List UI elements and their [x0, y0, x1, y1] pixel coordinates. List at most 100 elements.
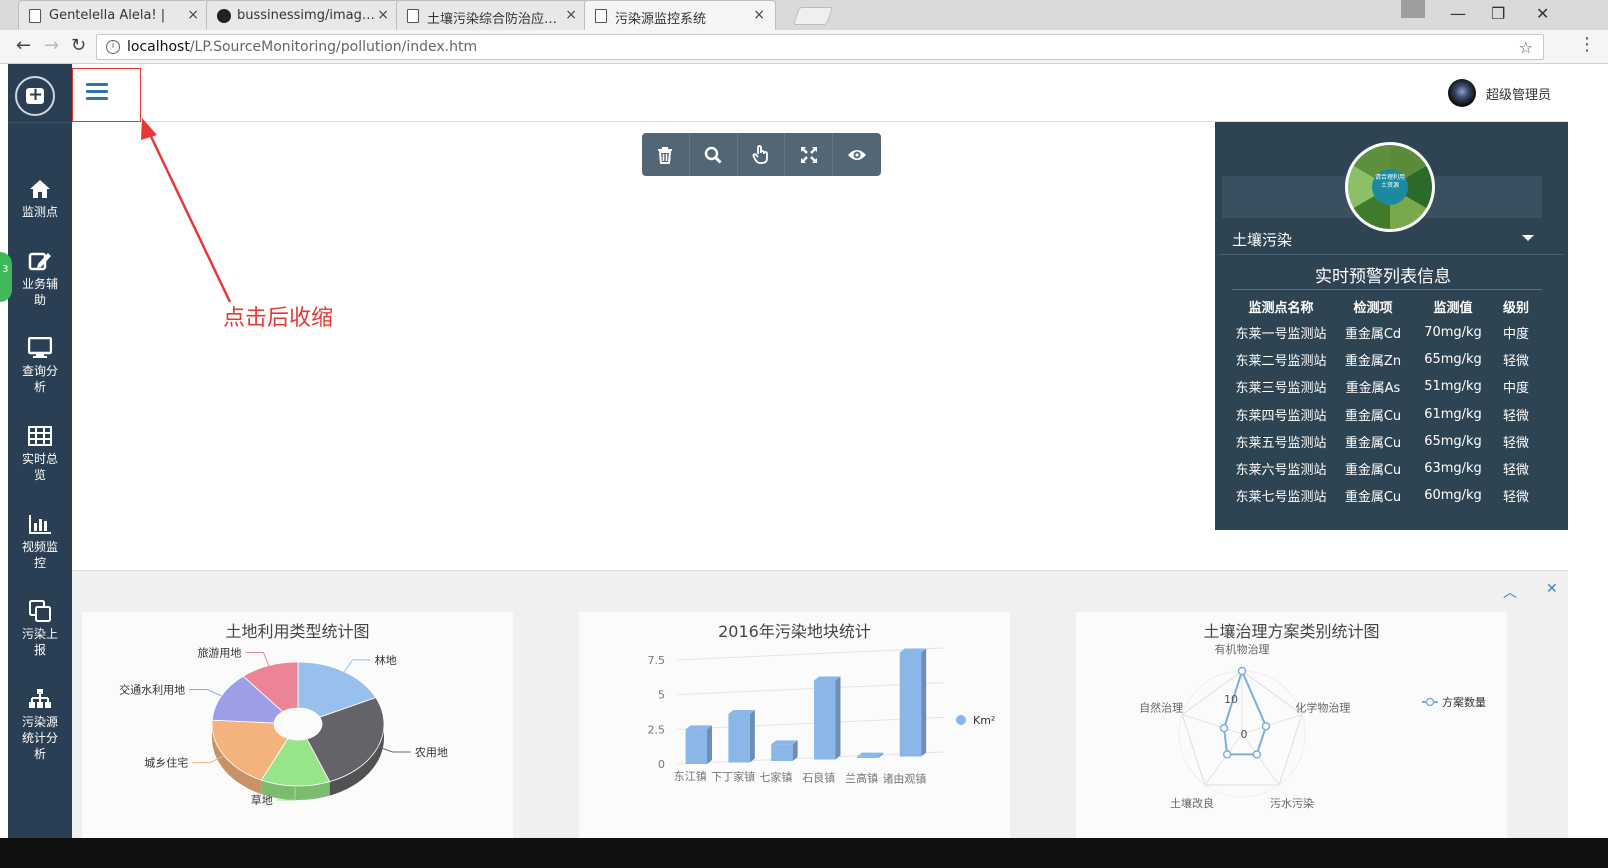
- hand-pointer-icon: [752, 144, 768, 164]
- level-cell: 轻微: [1502, 490, 1529, 506]
- browser-tab-soil[interactable]: 土壤污染综合防治应用系 ×: [396, 0, 588, 30]
- radar-indicator-label: 污水污染: [1270, 796, 1314, 810]
- app-logo[interactable]: [15, 76, 55, 116]
- radar-point: [1261, 721, 1271, 731]
- legend-marker: [956, 715, 966, 725]
- new-tab-button[interactable]: [792, 7, 834, 25]
- browser-tab-github[interactable]: bussinessimg/image at ×: [206, 0, 400, 30]
- tab-title: 污染源监控系统: [615, 12, 707, 27]
- remediation-chart-card: 土壤治理方案类别统计图 有机物治理 化学物治理 污水污染 土壤改良 自然治理 10 0 方案数…: [1076, 612, 1507, 838]
- menu-bar-icon: [86, 83, 108, 86]
- pie-label: 交通水利用地: [119, 682, 185, 696]
- edit-icon: [28, 252, 51, 271]
- x-tick-label: 七家镇: [759, 770, 792, 784]
- radar-tick-label: 0: [1241, 728, 1248, 741]
- chevron-up-icon[interactable]: ︿: [1503, 582, 1517, 602]
- sidebar-item-label: 实时总览: [21, 452, 58, 482]
- tab-title: bussinessimg/image at: [237, 8, 377, 23]
- value-cell: 60mg/kg: [1424, 488, 1482, 504]
- browser-menu-icon[interactable]: ⋮: [1578, 34, 1596, 55]
- forward-button[interactable]: →: [44, 35, 59, 56]
- pie-label: 农用地: [415, 745, 448, 759]
- x-tick-label: 下丁家镇: [711, 770, 755, 784]
- x-tick-label: 石良镇: [802, 771, 835, 785]
- close-icon[interactable]: ×: [753, 7, 765, 23]
- sidebar-item-label: 业务辅助: [21, 277, 58, 307]
- table-row[interactable]: 东莱一号监测站 重金属Cd 70mg/kg 中度: [1226, 319, 1536, 346]
- close-icon[interactable]: ×: [377, 7, 389, 23]
- profile-icon[interactable]: [1401, 0, 1425, 18]
- bar: [771, 744, 793, 761]
- radar-indicator-label: 土壤改良: [1170, 796, 1214, 810]
- restore-button[interactable]: ❐: [1491, 4, 1505, 23]
- sidebar-item-source-statistics[interactable]: 污染源统计分析: [8, 688, 72, 762]
- radar-indicator-label: 有机物治理: [1215, 642, 1270, 656]
- sidebar-item-pollution-report[interactable]: 污染上报: [8, 600, 72, 658]
- pie-label: 旅游用地: [197, 645, 241, 659]
- x-tick-label: 东江镇: [674, 769, 707, 783]
- fullscreen-button[interactable]: [785, 133, 834, 176]
- menu-bar-icon: [86, 90, 108, 93]
- value-cell: 70mg/kg: [1424, 325, 1482, 341]
- x-tick-label: 诸由观镇: [882, 772, 926, 786]
- station-cell: 东莱二号监测站: [1235, 354, 1327, 370]
- page-icon: [595, 9, 607, 23]
- close-window-button[interactable]: ✕: [1536, 4, 1549, 23]
- item-cell: 重金属Cd: [1344, 327, 1402, 343]
- search-button[interactable]: [690, 133, 738, 176]
- chevron-down-icon[interactable]: [1522, 235, 1534, 241]
- legend-label: 方案数量: [1442, 695, 1486, 709]
- address-input[interactable]: i localhost/LP.SourceMonitoring/pollutio…: [96, 34, 1544, 60]
- map-toolbar: [642, 133, 881, 176]
- pan-button[interactable]: [738, 133, 786, 176]
- close-icon[interactable]: ×: [187, 7, 199, 23]
- side-float-tab[interactable]: 3: [0, 252, 12, 302]
- table-row[interactable]: 东莱五号监测站 重金属Cu 65mg/kg 轻微: [1226, 428, 1536, 455]
- column-header: 级别: [1502, 301, 1529, 316]
- pie-label: 城乡住宅: [144, 756, 188, 770]
- address-bar-row: ← → ↻ i localhost/LP.SourceMonitoring/po…: [0, 30, 1608, 64]
- bookmark-star-icon[interactable]: ☆: [1519, 38, 1533, 57]
- table-row[interactable]: 东莱六号监测站 重金属Cu 63mg/kg 轻微: [1226, 455, 1536, 482]
- top-navbar: [72, 64, 1568, 122]
- column-header: 监测值: [1433, 301, 1473, 316]
- sidebar-item-query-analysis[interactable]: 查询分析: [8, 337, 72, 395]
- category-dropdown[interactable]: 土壤污染: [1232, 229, 1292, 250]
- sidebar-item-video-monitoring[interactable]: 视频监控: [8, 513, 72, 571]
- value-cell: 65mg/kg: [1424, 352, 1482, 368]
- visibility-button[interactable]: [833, 133, 881, 176]
- table-row[interactable]: 东莱三号监测站 重金属As 51mg/kg 中度: [1226, 373, 1536, 400]
- menu-toggle-button[interactable]: [72, 68, 141, 122]
- station-cell: 东莱六号监测站: [1235, 463, 1327, 479]
- info-icon[interactable]: i: [106, 40, 120, 54]
- sidebar-item-realtime-overview[interactable]: 实时总览: [8, 425, 72, 483]
- table-row[interactable]: 东莱七号监测站 重金属Cu 60mg/kg 轻微: [1226, 482, 1536, 509]
- clear-button[interactable]: [642, 133, 690, 176]
- browser-tab-gentelella[interactable]: Gentelella Alela! | ×: [18, 0, 210, 30]
- taskbar: [0, 838, 1608, 868]
- minimize-button[interactable]: —: [1450, 4, 1466, 23]
- reload-button[interactable]: ↻: [71, 35, 86, 56]
- level-cell: 轻微: [1502, 435, 1529, 451]
- close-icon[interactable]: ×: [565, 7, 577, 23]
- url-host: localhost: [127, 39, 190, 55]
- close-icon[interactable]: ✕: [1546, 581, 1558, 597]
- bar-side: [749, 709, 755, 763]
- table-row[interactable]: 东莱二号监测站 重金属Zn 65mg/kg 轻微: [1226, 346, 1536, 373]
- land-use-chart-card: 土地利用类型统计图 林地 农用地 草地 城乡住宅 交通水利用地 旅游用地: [82, 612, 513, 838]
- bar: [728, 713, 750, 763]
- bar-side: [706, 725, 712, 764]
- bar-chart-icon: [29, 515, 51, 534]
- station-cell: 东莱三号监测站: [1235, 381, 1327, 397]
- browser-tab-pollution[interactable]: 污染源监控系统 ×: [584, 0, 776, 30]
- level-cell: 中度: [1502, 381, 1529, 397]
- avatar[interactable]: [1448, 79, 1476, 107]
- user-name[interactable]: 超级管理员: [1486, 84, 1551, 103]
- back-button[interactable]: ←: [16, 35, 31, 56]
- sidebar-item-monitoring-points[interactable]: 监测点: [8, 178, 72, 220]
- table-row[interactable]: 东莱四号监测站 重金属Cu 61mg/kg 轻微: [1226, 401, 1536, 428]
- tab-title: 土壤污染综合防治应用系: [427, 12, 567, 27]
- bar-side: [835, 676, 841, 760]
- remediation-radar-chart: 有机物治理化学物治理污水污染 土壤改良 自然治理 10 0 方案数量: [1139, 642, 1486, 810]
- sidebar-item-business-assist[interactable]: 业务辅助: [8, 250, 72, 308]
